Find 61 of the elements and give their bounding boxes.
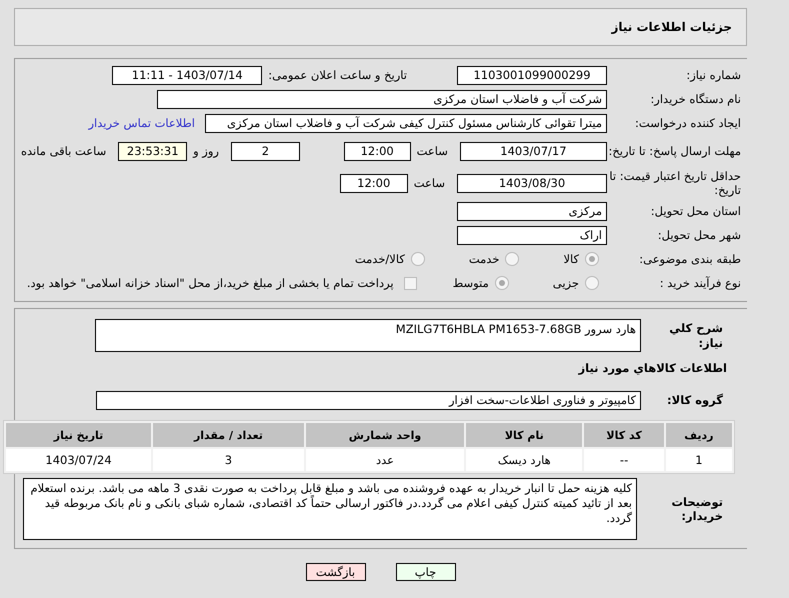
field-label: ایجاد کننده درخواست: (634, 116, 742, 130)
table-cell: عدد (306, 449, 464, 471)
validity-date-field: 1403/08/30 (457, 174, 607, 192)
radio-button[interactable] (505, 252, 520, 266)
need-number-field: 1103001099000299 (457, 66, 607, 84)
back-button[interactable]: بازگشت (306, 563, 366, 581)
print-button[interactable]: چاپ (396, 563, 456, 581)
remaining-time-field: 23:53:31 (118, 142, 188, 160)
buyer-contact-link[interactable]: اطلاعات تماس خریدار (88, 116, 195, 130)
time-label: ساعت (416, 144, 448, 158)
table-cell: 1 (666, 449, 732, 471)
creator-field: میترا تقوائی کارشناس مسئول کنترل کیفی شرکت آب و فاضلاب استان مرکزی (205, 114, 607, 132)
summary-textarea[interactable]: هارد سرور MZILG7T6HBLA PM1653-7.68GB (95, 319, 641, 352)
field-label: حداقل تاریخ اعتبار قیمت: تا تاریخ: (608, 168, 742, 198)
validity-time-field: 12:00 (340, 174, 408, 192)
table-cell: هارد دیسک (466, 449, 582, 471)
radio-button[interactable] (585, 252, 599, 266)
field-label: نام دستگاه خریدار: (649, 92, 742, 106)
field-label: شهر محل تحویل: (656, 228, 742, 242)
field-label: استان محل تحویل: (650, 204, 742, 218)
time-label: ساعت (414, 176, 445, 190)
table-cell: -- (584, 449, 664, 471)
field-label: شرح کلي نياز: (668, 321, 724, 350)
field-label: تاریخ و ساعت اعلان عمومی: (268, 68, 407, 82)
days-field: 2 (230, 142, 300, 160)
remaining-label: ساعت باقی مانده (20, 144, 106, 158)
buyer-field: شرکت آب و فاضلاب استان مرکزی (157, 90, 607, 108)
checkbox[interactable] (404, 276, 417, 290)
city-field: اراک (457, 226, 607, 244)
deadline-time-field: 12:00 (344, 142, 411, 160)
radio-button[interactable] (494, 276, 509, 290)
radio-label: کالا/خدمت (354, 252, 405, 266)
goods-group-field: کامپیوتر و فناوری اطلاعات-سخت افزار (96, 390, 641, 410)
field-label: گروه کالا: (666, 392, 724, 408)
province-field: مرکزی (457, 202, 607, 220)
table-cell: 3 (153, 449, 304, 471)
field-label: شماره نیاز: (685, 68, 742, 82)
field-label: توضیحات خریدار: (670, 494, 724, 524)
page-title: جزئیات اطلاعات نیاز (611, 20, 732, 34)
checkbox-label: پرداخت تمام یا بخشی از مبلغ خرید،از محل "اسناد خزانه اسلامی" خواهد بود. (26, 276, 394, 290)
table-cell: 1403/07/24 (6, 449, 152, 471)
field-label: مهلت ارسال پاسخ: تا تاریخ: (607, 144, 742, 158)
radio-label: کالا (563, 252, 579, 266)
column-header: ردیف (666, 423, 732, 447)
days-label: روز و (193, 144, 219, 158)
deadline-date-field: 1403/07/17 (460, 142, 607, 160)
radio-button[interactable] (410, 252, 425, 266)
radio-label: جزیی (552, 276, 579, 290)
column-header: تعداد / مقدار (153, 423, 304, 447)
column-header: کد کالا (584, 423, 664, 447)
announce-date-field: 1403/07/14 - 11:11 (112, 66, 262, 84)
column-header: تاریخ نیاز (6, 423, 152, 447)
radio-label: خدمت (468, 252, 500, 266)
section-heading: اطلاعات کالاهاي مورد نياز (578, 361, 728, 375)
column-header: واحد شمارش (306, 423, 464, 447)
radio-label: متوسط (452, 276, 489, 290)
notes-textarea[interactable]: کلیه هزینه حمل تا انبار خریدار به عهده فروشنده می باشد و مبلغ قابل پرداخت به صورت نقدی 3 ماهه می باشد. برنده استعلام بعد از تائید کمیته کنترل کیفی اعلام می گردد.در فاکتور ارسالی حتماً کد اقتصادی، شماره شبای بانکی و نام بانک مربوطه قید گردد. (23, 478, 637, 540)
column-header: نام کالا (466, 423, 582, 447)
radio-button[interactable] (585, 276, 599, 290)
field-label: نوع فرآیند خرید : (658, 276, 742, 290)
field-label: طبقه بندی موضوعی: (638, 252, 742, 266)
